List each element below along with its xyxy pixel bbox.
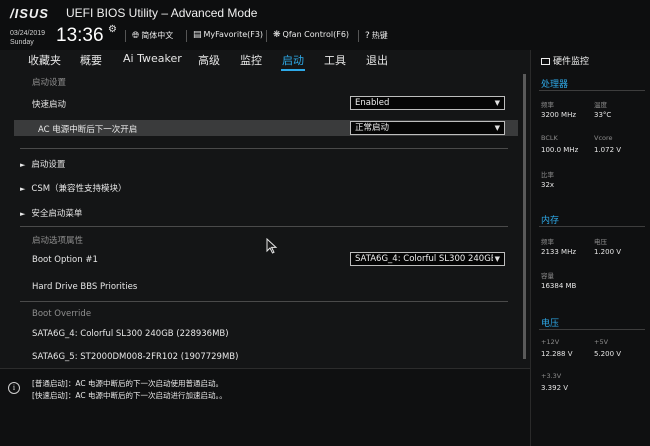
utility-title: UEFI BIOS Utility – Advanced Mode	[66, 6, 258, 20]
fan-icon: ❋	[273, 30, 281, 40]
section-divider	[20, 148, 508, 149]
boot-override-item[interactable]: SATA6G_4: Colorful SL300 240GB (228936MB…	[32, 329, 536, 339]
date-display: 03/24/2019 Sunday	[10, 29, 45, 47]
submenu-arrow-icon: ►	[20, 161, 26, 169]
gear-icon[interactable]: ⚙	[108, 24, 117, 35]
boot-override-item[interactable]: SATA6G_5: ST2000DM008-2FR102 (1907729MB)	[32, 352, 536, 362]
favorite-icon: ▤	[193, 30, 202, 40]
header-divider	[266, 30, 267, 42]
asus-logo: /ISUS	[10, 6, 49, 21]
header-divider	[186, 30, 187, 42]
clock-time: 13:36	[56, 25, 104, 46]
v33-value: 3.392 V	[541, 384, 569, 392]
v12-value: 12.288 V	[541, 350, 573, 358]
chevron-down-icon: ▼	[494, 124, 500, 132]
tab-boot[interactable]: 启动	[281, 52, 305, 71]
info-icon: i	[8, 382, 20, 394]
v33-label: +3.3V	[541, 372, 562, 380]
tab-tool[interactable]: 工具	[324, 52, 346, 68]
header-bar: /ISUS UEFI BIOS Utility – Advanced Mode …	[0, 0, 650, 50]
boot-override-header: Boot Override	[32, 309, 92, 319]
main-scrollbar[interactable]	[523, 74, 526, 359]
help-line-1: [普通启动]：AC 电源中断后的下一次启动使用普通启动。	[32, 379, 223, 388]
ac-power-value: 正常启动	[355, 123, 390, 133]
qfan-label: Qfan Control(F6)	[282, 30, 350, 39]
submenu-csm[interactable]: ► CSM（兼容性支持模块）	[20, 182, 524, 194]
hwmon-title-text: 硬件监控	[553, 57, 590, 67]
vcore-label: Vcore	[594, 134, 613, 142]
ac-power-dropdown[interactable]: 正常启动 ▼	[350, 121, 505, 135]
tab-ai-tweaker[interactable]: Ai Tweaker	[123, 52, 182, 65]
submenu-boot-settings[interactable]: ► 启动设置	[20, 158, 524, 170]
boot-option1-value: SATA6G_4: Colorful SL300 240GB	[355, 254, 497, 264]
submenu-label: 安全启动菜单	[31, 209, 83, 219]
boot-option1-dropdown[interactable]: SATA6G_4: Colorful SL300 240GB ▼	[350, 252, 505, 266]
section-divider	[20, 226, 508, 227]
v5-label: +5V	[594, 338, 609, 346]
cpu-temp-label: 温度	[594, 101, 607, 109]
help-description-box: i [普通启动]：AC 电源中断后的下一次启动使用普通启动。 [快速启动]：AC…	[0, 368, 530, 446]
bclk-label: BCLK	[541, 134, 558, 142]
chevron-down-icon: ▼	[494, 99, 500, 107]
boot-settings-header: 启动设置	[32, 78, 67, 88]
tab-monitor[interactable]: 监控	[240, 52, 262, 68]
main-menu-tabs: 收藏夹 概要 Ai Tweaker 高级 监控 启动 工具 退出	[0, 52, 520, 71]
voltage-section-title: 电压	[541, 319, 560, 329]
language-label: 简体中文	[141, 31, 174, 40]
fast-boot-value: Enabled	[355, 98, 390, 108]
header-divider	[125, 30, 126, 42]
tab-main[interactable]: 概要	[80, 52, 102, 68]
hardware-monitor-title: 硬件监控	[541, 54, 589, 67]
hdd-bbs-priorities[interactable]: Hard Drive BBS Priorities	[32, 282, 536, 292]
v12-label: +12V	[541, 338, 560, 346]
submenu-label: 启动设置	[31, 160, 66, 170]
boot-option-priorities-header: 启动选项属性	[32, 236, 84, 246]
submenu-secure-boot[interactable]: ► 安全启动菜单	[20, 207, 524, 219]
qfan-control-button[interactable]: ❋ Qfan Control(F6)	[273, 30, 349, 40]
tab-exit[interactable]: 退出	[366, 52, 388, 68]
tab-favorites[interactable]: 收藏夹	[28, 52, 61, 68]
section-divider	[539, 329, 645, 330]
mem-freq-value: 2133 MHz	[541, 248, 577, 256]
globe-icon: 🌐︎	[132, 31, 140, 41]
bclk-value: 100.0 MHz	[541, 146, 579, 154]
tab-advanced[interactable]: 高级	[198, 52, 220, 68]
cpu-temp-value: 33°C	[594, 111, 612, 119]
hotkeys-label: 热键	[371, 31, 388, 40]
cpu-freq-value: 3200 MHz	[541, 111, 577, 119]
vcore-value: 1.072 V	[594, 146, 622, 154]
mem-freq-label: 频率	[541, 238, 554, 246]
chevron-down-icon: ▼	[492, 254, 500, 265]
ratio-label: 比率	[541, 171, 554, 179]
submenu-label: CSM（兼容性支持模块）	[31, 184, 127, 194]
cpu-freq-label: 频率	[541, 101, 554, 109]
section-divider	[539, 90, 645, 91]
myfavorite-label: MyFavorite(F3)	[203, 30, 264, 39]
mem-volt-label: 电压	[594, 238, 607, 246]
submenu-arrow-icon: ►	[20, 210, 26, 218]
memory-section-title: 内存	[541, 216, 560, 226]
hotkeys-button[interactable]: ? 热键	[365, 30, 388, 41]
weekday-text: Sunday	[10, 39, 34, 46]
mem-volt-value: 1.200 V	[594, 248, 622, 256]
mem-capacity-label: 容量	[541, 272, 554, 280]
monitor-icon	[541, 58, 550, 65]
submenu-arrow-icon: ►	[20, 185, 26, 193]
language-button[interactable]: 🌐︎ 简体中文	[132, 30, 173, 41]
header-divider	[358, 30, 359, 42]
section-divider	[539, 226, 645, 227]
mem-capacity-value: 16384 MB	[541, 282, 577, 290]
help-icon: ?	[365, 31, 370, 41]
cpu-section-title: 处理器	[541, 80, 569, 90]
hardware-monitor-panel: 硬件监控 处理器 频率 温度 3200 MHz 33°C BCLK Vcore …	[530, 50, 650, 446]
fast-boot-dropdown[interactable]: Enabled ▼	[350, 96, 505, 110]
section-divider	[20, 301, 508, 302]
myfavorite-button[interactable]: ▤ MyFavorite(F3)	[193, 30, 263, 40]
ratio-value: 32x	[541, 181, 555, 189]
help-line-2: [快速启动]：AC 电源中断后的下一次启动进行加速启动。。	[32, 391, 227, 400]
v5-value: 5.200 V	[594, 350, 622, 358]
date-text: 03/24/2019	[10, 30, 46, 37]
